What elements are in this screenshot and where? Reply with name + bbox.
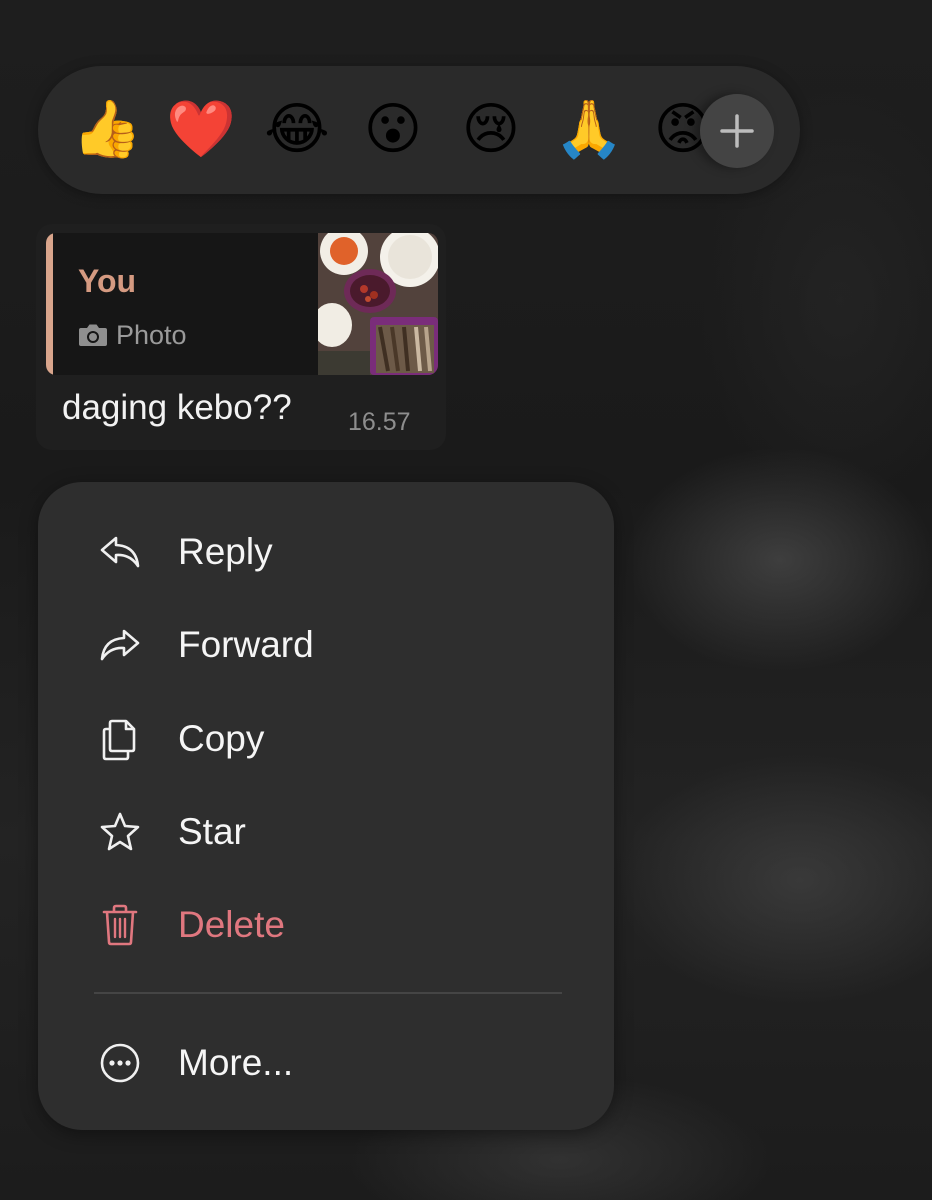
menu-item-label: Forward bbox=[178, 624, 314, 665]
reply-icon bbox=[100, 536, 140, 568]
reaction-red-heart[interactable]: ❤️ bbox=[166, 96, 236, 162]
menu-item-label: Star bbox=[178, 811, 246, 852]
message-timestamp: 16.57 bbox=[348, 408, 411, 436]
reaction-tears-of-joy[interactable]: 😂 bbox=[264, 96, 330, 162]
reaction-open-mouth[interactable]: 😮 bbox=[360, 96, 426, 162]
menu-item-star[interactable]: Star bbox=[38, 792, 614, 872]
quote-type-label: Photo bbox=[116, 319, 187, 350]
forward-icon bbox=[100, 629, 140, 661]
reaction-thumbs-up[interactable]: 👍 bbox=[72, 96, 142, 162]
menu-item-copy[interactable]: Copy bbox=[38, 699, 614, 779]
reaction-crying-face[interactable]: 😢 bbox=[458, 96, 524, 162]
photo-thumbnail[interactable] bbox=[318, 233, 438, 375]
menu-item-label: Delete bbox=[178, 904, 285, 945]
quoted-message[interactable]: You Photo bbox=[46, 233, 438, 375]
star-icon bbox=[100, 812, 140, 851]
reaction-folded-hands[interactable]: 🙏 bbox=[554, 96, 624, 162]
reaction-bar: 👍 ❤️ 😂 😮 😢 🙏 😡 bbox=[38, 66, 800, 194]
menu-item-forward[interactable]: Forward bbox=[38, 605, 614, 685]
menu-item-label: Copy bbox=[178, 718, 265, 759]
menu-item-delete[interactable]: Delete bbox=[38, 885, 614, 965]
menu-item-reply[interactable]: Reply bbox=[38, 512, 614, 592]
message-context-menu: Reply Forward Copy Star Delete More... bbox=[38, 482, 614, 1130]
message-bubble[interactable]: You Photo daging kebo?? 16.57 bbox=[36, 224, 446, 450]
menu-item-label: Reply bbox=[178, 531, 273, 572]
add-reaction-button[interactable] bbox=[700, 94, 774, 168]
message-text: daging kebo?? bbox=[62, 388, 292, 427]
trash-icon bbox=[102, 904, 138, 946]
camera-icon bbox=[79, 324, 107, 346]
quote-author: You bbox=[78, 263, 137, 299]
copy-icon bbox=[102, 719, 136, 761]
menu-divider bbox=[94, 992, 562, 994]
menu-item-more[interactable]: More... bbox=[38, 1023, 614, 1103]
quote-accent-bar bbox=[46, 233, 53, 375]
more-icon bbox=[100, 1043, 140, 1083]
plus-icon bbox=[720, 114, 754, 148]
quote-type: Photo bbox=[78, 317, 187, 353]
menu-item-label: More... bbox=[178, 1042, 294, 1083]
